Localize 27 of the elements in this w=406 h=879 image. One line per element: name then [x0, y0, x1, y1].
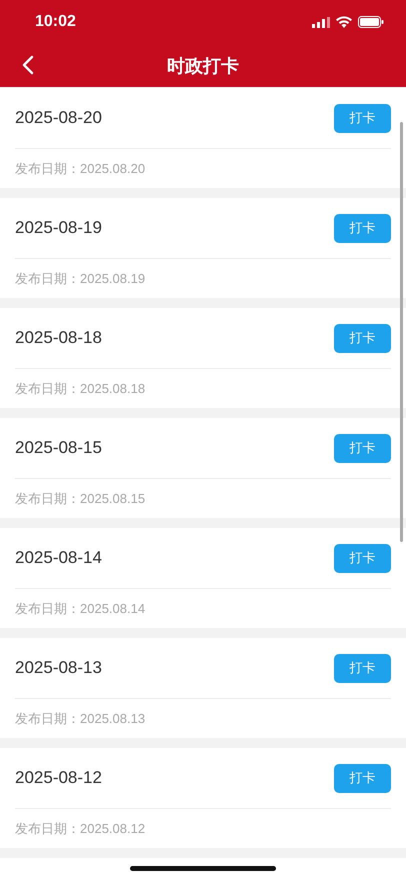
item-title: 2025-08-15	[15, 438, 102, 458]
item-title: 2025-08-18	[15, 328, 102, 348]
item-title: 2025-08-13	[15, 658, 102, 678]
publish-date: 发布日期：2025.08.20	[15, 160, 146, 178]
check-in-button[interactable]: 打卡	[334, 764, 391, 792]
item-title: 2025-08-12	[15, 768, 102, 788]
item-title: 2025-08-20	[15, 108, 102, 128]
check-in-button[interactable]: 打卡	[334, 324, 391, 352]
check-in-button[interactable]: 打卡	[334, 214, 391, 242]
publish-date: 发布日期：2025.08.13	[15, 710, 146, 728]
check-in-button[interactable]: 打卡	[334, 434, 391, 462]
battery-icon	[358, 16, 384, 28]
item-title: 2025-08-14	[15, 548, 102, 568]
page-title: 时政打卡	[167, 54, 239, 78]
status-time: 10:02	[35, 13, 76, 31]
publish-date: 发布日期：2025.08.18	[15, 380, 146, 398]
publish-date: 发布日期：2025.08.14	[15, 600, 146, 618]
item-title: 2025-08-19	[15, 218, 102, 238]
back-icon[interactable]	[22, 55, 34, 75]
wifi-icon	[336, 16, 352, 28]
publish-date: 发布日期：2025.08.19	[15, 270, 146, 288]
signal-icon	[312, 16, 330, 28]
check-in-button[interactable]: 打卡	[334, 104, 391, 132]
check-in-button[interactable]: 打卡	[334, 654, 391, 682]
publish-date: 发布日期：2025.08.12	[15, 820, 146, 838]
check-in-button[interactable]: 打卡	[334, 544, 391, 572]
publish-date: 发布日期：2025.08.15	[15, 490, 146, 508]
